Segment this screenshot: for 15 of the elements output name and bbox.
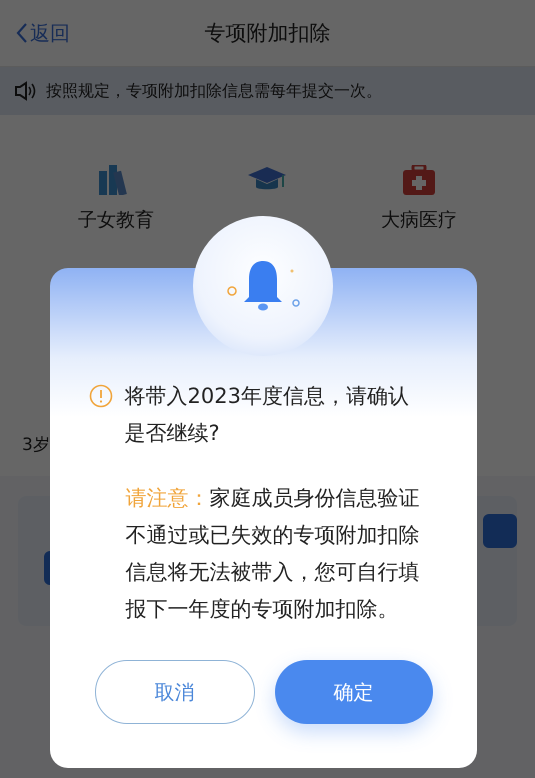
warning-icon — [88, 384, 112, 408]
category-label[interactable]: 子女教育 — [78, 207, 154, 233]
message-text: 将带入2023年度信息，请确认是否继续? — [124, 383, 410, 447]
confirm-button[interactable]: 确定 — [274, 660, 432, 724]
first-aid-kit-icon — [403, 165, 436, 195]
notice-text: 按照规定，专项附加扣除信息需每年提交一次。 — [46, 80, 382, 102]
cancel-button[interactable]: 取消 — [94, 660, 254, 724]
page-title: 专项附加扣除 — [204, 21, 330, 45]
note-text: 请注意：家庭成员身份信息验证不通过或已失效的专项附加扣除信息将无法被带入，您可自行填报下一年度的专项附加扣除。 — [126, 485, 420, 623]
card-button[interactable] — [483, 514, 517, 548]
age-text: 3岁 — [22, 435, 50, 455]
chevron-left-icon — [16, 22, 28, 44]
speaker-icon — [14, 81, 36, 101]
category-label[interactable]: 大病医疗 — [381, 207, 458, 233]
back-link[interactable]: 返回 — [16, 20, 70, 46]
